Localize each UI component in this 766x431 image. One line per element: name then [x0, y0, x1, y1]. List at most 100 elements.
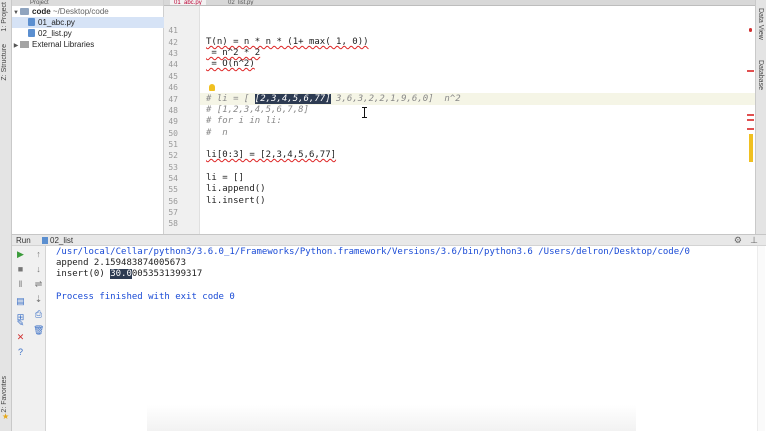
code-text: 3,6,3,2,2,1,9,6,0] n^2 — [330, 94, 461, 104]
line-number: 43 — [168, 49, 178, 58]
line-number: 42 — [168, 38, 178, 47]
tab-project[interactable]: 1: Project — [1, 2, 8, 32]
python-file-icon — [42, 237, 48, 244]
line-number: 54 — [168, 174, 178, 183]
tab-data-view[interactable]: Data View — [757, 8, 764, 40]
line-number: 48 — [168, 106, 178, 115]
gear-icon[interactable]: ⚙ — [734, 235, 742, 246]
code-line-48: # [1,2,3,4,5,6,7,8] — [206, 105, 309, 115]
tab-structure[interactable]: Z: Structure — [1, 44, 8, 81]
tree-item-label: 02_list.py — [38, 29, 72, 38]
code-line-56: li.insert() — [206, 196, 266, 206]
code-line-54: li = [] — [206, 173, 244, 183]
line-number: 49 — [168, 117, 178, 126]
tree-item-external-libraries[interactable]: ▶ External Libraries — [12, 39, 164, 50]
warning-stripe-marker[interactable] — [749, 134, 753, 162]
rerun-icon[interactable]: ▶ — [15, 249, 26, 260]
scroll-end-icon[interactable]: ⇣ — [33, 294, 44, 305]
run-panel-title: Run — [16, 236, 31, 245]
code-line-44: = O(n^2) — [206, 59, 255, 70]
console-finished-line: Process finished with exit code 0 — [56, 292, 235, 302]
console-scrollbar[interactable] — [757, 246, 765, 431]
console-append-line: append 2.159483874005673 — [56, 258, 187, 268]
tab-structure-label: Z: Structure — [1, 44, 8, 81]
layout-icon[interactable]: ▤ — [15, 296, 26, 307]
python-file-icon — [28, 18, 35, 26]
code-line-49: # for i in li: — [206, 116, 282, 126]
code-line-42: T(n) = n * n * (1+ max( 1, 0)) — [206, 37, 369, 48]
left-tool-strip: 1: Project Z: Structure — [0, 0, 12, 431]
line-number: 51 — [168, 140, 178, 149]
console-text: insert(0) — [56, 269, 111, 279]
help-icon[interactable]: ? — [15, 347, 26, 358]
console-overlay — [147, 405, 636, 431]
tree-item-code-folder[interactable]: ▼ code ~/Desktop/code — [12, 6, 164, 17]
selected-code-text: [2,3,4,5,6,77] — [254, 94, 331, 104]
code-line-43: = n^2 * 2 — [206, 48, 260, 59]
hide-panel-icon[interactable]: ⊥ — [750, 235, 758, 246]
line-number: 44 — [168, 60, 178, 69]
tab-project-label: 1: Project — [1, 2, 8, 32]
soft-wrap-icon[interactable]: ⇌ — [33, 279, 44, 290]
tree-item-label: External Libraries — [32, 40, 95, 49]
error-indicator-icon[interactable] — [749, 28, 752, 32]
folder-icon — [20, 8, 29, 15]
stop-icon[interactable]: ■ — [15, 264, 26, 275]
tree-item-label: 01_abc.py — [38, 18, 75, 27]
code-line-52: li[0:3] = [2,3,4,5,6,77] — [206, 150, 336, 161]
selected-console-text: 30.0 — [110, 269, 132, 279]
tab-database[interactable]: Database — [757, 60, 764, 90]
line-number: 55 — [168, 185, 178, 194]
error-stripe-marker[interactable] — [747, 114, 754, 116]
tree-item-01-abc[interactable]: 01_abc.py — [12, 17, 164, 28]
run-config-tab[interactable]: 02_list — [42, 235, 73, 246]
tree-item-02-list[interactable]: 02_list.py — [12, 28, 164, 39]
lightbulb-icon[interactable] — [209, 84, 215, 91]
code-text: li[0:3] = [2,3,4,5,6,77] — [206, 150, 337, 160]
error-stripe-marker[interactable] — [747, 70, 754, 72]
close-icon[interactable]: ✕ — [15, 332, 26, 343]
project-panel: Project ▼ code ~/Desktop/code 01_abc.py 0… — [12, 0, 164, 234]
error-stripe-marker[interactable] — [747, 128, 754, 130]
pause-icon[interactable]: ‖ — [15, 279, 26, 290]
code-text: T(n) = n * n * (1+ max( 1, 0)) — [206, 37, 369, 47]
pin-icon[interactable]: ✎ — [15, 318, 26, 329]
tree-item-label: code — [32, 7, 51, 16]
line-number: 53 — [168, 163, 178, 172]
line-number: 50 — [168, 129, 178, 138]
error-stripe-marker[interactable] — [747, 119, 754, 121]
library-icon — [20, 41, 29, 48]
run-config-tab-label: 02_list — [50, 236, 74, 245]
run-toolbar: ▶ ↑ ■ ↓ ‖ ⇌ ▤ ⇣ ⊞ ⎙ ✎ 🗑 ✕ ? — [12, 246, 46, 431]
run-console-output[interactable]: /usr/local/Cellar/python3/3.6.0_1/Framew… — [47, 246, 766, 431]
code-line-55: li.append() — [206, 184, 266, 194]
trash-icon[interactable]: 🗑 — [33, 325, 44, 336]
star-icon: ★ — [2, 412, 10, 421]
print-icon[interactable]: ⎙ — [33, 309, 44, 320]
line-number: 41 — [168, 26, 178, 35]
line-number: 52 — [168, 151, 178, 160]
tab-favorites[interactable]: 2: Favorites — [1, 376, 8, 413]
run-panel-header: Run 02_list ⚙ ⊥ — [12, 234, 766, 246]
code-line-50: # n — [206, 128, 228, 138]
line-number: 57 — [168, 208, 178, 217]
arrow-down-icon[interactable]: ↓ — [33, 264, 44, 275]
console-text: 0053531399317 — [131, 269, 203, 279]
line-number: 45 — [168, 72, 178, 81]
code-text: = O(n^2) — [206, 59, 255, 69]
line-number: 56 — [168, 197, 178, 206]
console-command-line: /usr/local/Cellar/python3/3.6.0_1/Framew… — [56, 247, 690, 257]
python-file-icon — [28, 29, 35, 37]
text-cursor-icon — [362, 107, 367, 118]
tree-item-path: ~/Desktop/code — [52, 7, 109, 16]
chevron-right-icon[interactable]: ▶ — [12, 41, 20, 52]
line-number: 58 — [168, 219, 178, 228]
line-number: 46 — [168, 83, 178, 92]
code-text: = n^2 * 2 — [206, 48, 261, 58]
right-tool-strip: Data View Database — [755, 0, 766, 234]
console-insert-line: insert(0) 30.00053531399317 — [56, 269, 202, 280]
line-number: 47 — [168, 95, 178, 104]
arrow-up-icon[interactable]: ↑ — [33, 249, 44, 260]
code-text: # li = [ — [206, 94, 255, 104]
code-line-47: # li = [ [2,3,4,5,6,77] 3,6,3,2,2,1,9,6,… — [206, 94, 461, 105]
